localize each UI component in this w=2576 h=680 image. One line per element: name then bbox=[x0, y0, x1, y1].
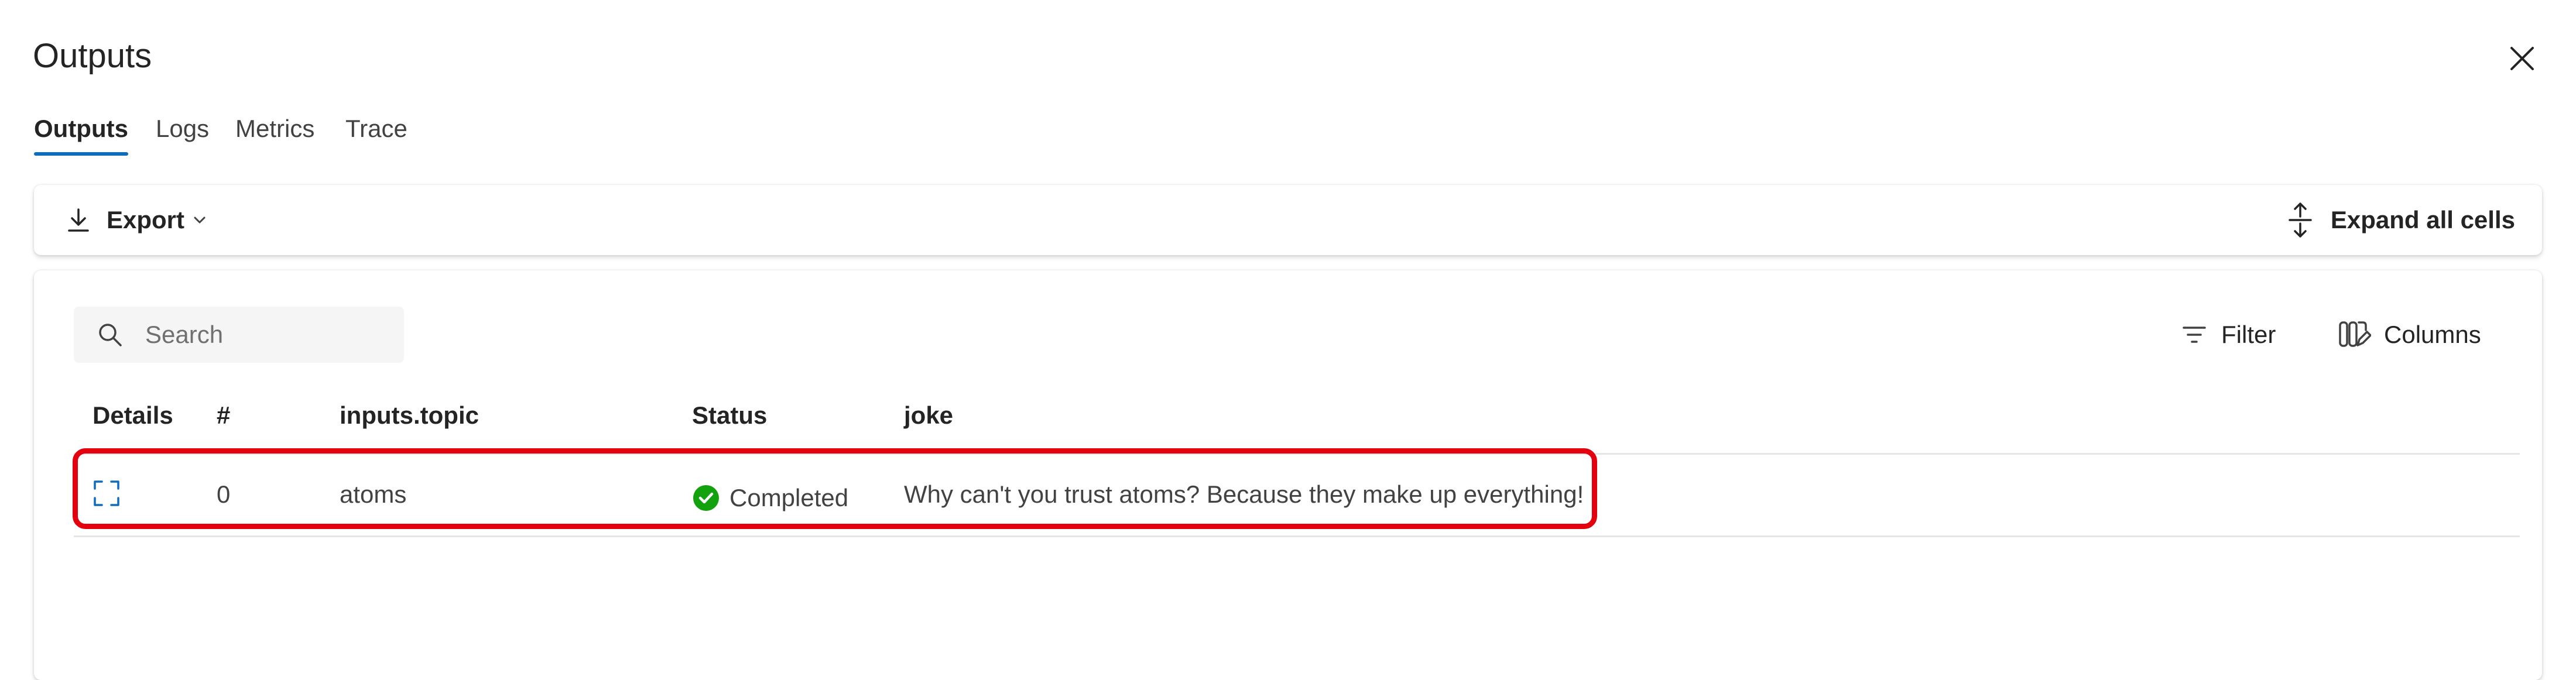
columns-label: Columns bbox=[2384, 321, 2481, 348]
page-title: Outputs bbox=[33, 37, 152, 75]
table-header: Details # inputs.topic Status joke bbox=[74, 386, 2520, 455]
tab-outputs[interactable]: Outputs bbox=[34, 111, 128, 158]
status-label: Completed bbox=[729, 484, 849, 511]
toolbar: Export Expand all cells bbox=[34, 185, 2542, 255]
row-topic: atoms bbox=[340, 480, 407, 508]
close-icon bbox=[2510, 47, 2534, 70]
search-icon bbox=[99, 324, 122, 346]
search-box[interactable] bbox=[74, 307, 404, 363]
columns-button[interactable]: Columns bbox=[2338, 314, 2481, 356]
expand-vertical-icon bbox=[2289, 202, 2312, 238]
results-panel: Filter Columns Details # inputs.topic St… bbox=[34, 270, 2542, 680]
expand-all-cells-button[interactable]: Expand all cells bbox=[2286, 199, 2515, 241]
filter-label: Filter bbox=[2221, 321, 2276, 348]
row-status: Completed bbox=[692, 480, 848, 516]
search-input[interactable] bbox=[144, 320, 381, 349]
columns-edit-icon bbox=[2339, 321, 2371, 347]
results-table: Details # inputs.topic Status joke 0 ato… bbox=[74, 386, 2520, 537]
expand-frame-icon bbox=[94, 480, 119, 506]
filter-icon bbox=[2183, 327, 2206, 343]
download-icon bbox=[68, 208, 89, 232]
expand-all-cells-label: Expand all cells bbox=[2330, 206, 2515, 233]
column-header-details[interactable]: Details bbox=[93, 398, 173, 433]
tab-metrics[interactable]: Metrics bbox=[235, 111, 314, 158]
table-row[interactable]: 0 atoms Completed Why can't you trust at… bbox=[74, 455, 2520, 537]
filter-button[interactable]: Filter bbox=[2180, 314, 2276, 356]
chevron-down-icon bbox=[194, 217, 205, 224]
column-header-joke[interactable]: joke bbox=[904, 398, 953, 433]
column-header-index[interactable]: # bbox=[217, 398, 230, 433]
column-header-topic[interactable]: inputs.topic bbox=[340, 398, 479, 433]
checkmark-circle-icon bbox=[693, 485, 719, 511]
open-details-button[interactable] bbox=[93, 479, 121, 517]
column-header-status[interactable]: Status bbox=[692, 398, 767, 433]
export-label: Export bbox=[107, 206, 185, 233]
export-button[interactable]: Export bbox=[64, 199, 208, 241]
tab-logs[interactable]: Logs bbox=[156, 111, 209, 158]
row-index: 0 bbox=[217, 480, 231, 508]
close-button[interactable] bbox=[2506, 42, 2539, 75]
tab-trace[interactable]: Trace bbox=[345, 111, 407, 158]
row-joke: Why can't you trust atoms? Because they … bbox=[904, 480, 1584, 508]
